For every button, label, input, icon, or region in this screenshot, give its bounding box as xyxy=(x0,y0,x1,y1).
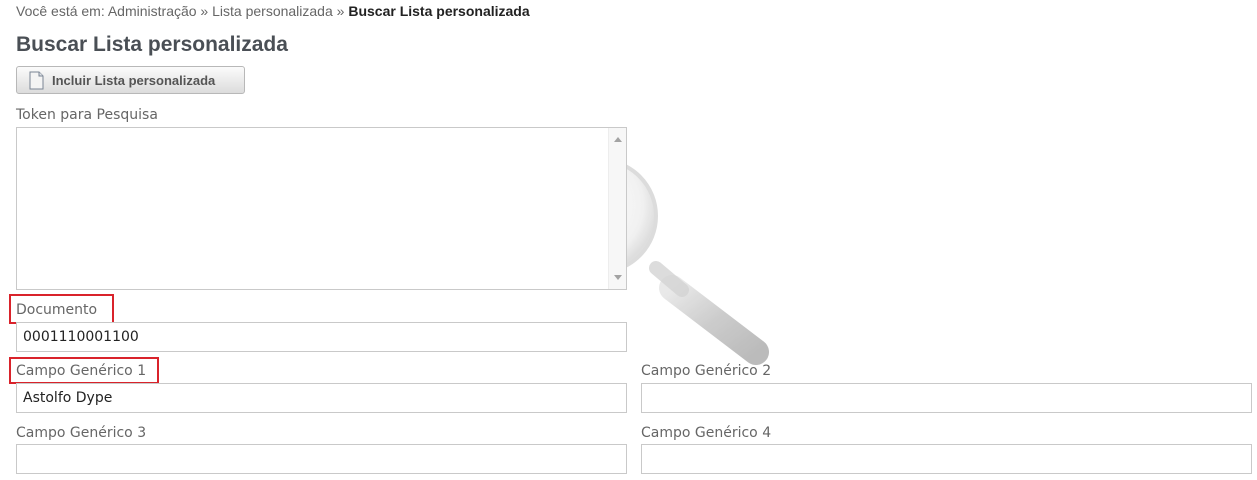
campo3-label: Campo Genérico 3 xyxy=(16,425,147,441)
campo1-input[interactable]: Astolfo Dype xyxy=(16,383,627,413)
token-textarea[interactable] xyxy=(16,127,627,290)
breadcrumb-prefix: Você está em: xyxy=(16,3,108,19)
campo2-input[interactable] xyxy=(641,383,1252,413)
campo4-label: Campo Genérico 4 xyxy=(641,425,772,441)
breadcrumb-separator: » xyxy=(332,3,349,19)
include-list-button[interactable]: Incluir Lista personalizada xyxy=(16,66,245,94)
scroll-up-icon[interactable] xyxy=(614,137,622,142)
breadcrumb: Você está em: Administração » Lista pers… xyxy=(16,3,530,19)
breadcrumb-link-administracao[interactable]: Administração xyxy=(108,3,197,19)
scroll-down-icon[interactable] xyxy=(614,275,622,280)
token-label: Token para Pesquisa xyxy=(16,107,158,123)
breadcrumb-link-lista-personalizada[interactable]: Lista personalizada xyxy=(212,3,333,19)
campo3-input[interactable] xyxy=(16,444,627,474)
token-scrollbar[interactable] xyxy=(608,128,626,289)
documento-input[interactable]: 0001110001100 xyxy=(16,322,627,352)
documento-label: Documento xyxy=(16,302,98,318)
breadcrumb-separator: » xyxy=(196,3,213,19)
campo1-label: Campo Genérico 1 xyxy=(16,363,147,379)
campo2-label: Campo Genérico 2 xyxy=(641,363,772,379)
campo4-input[interactable] xyxy=(641,444,1252,474)
breadcrumb-current: Buscar Lista personalizada xyxy=(348,3,530,19)
document-icon xyxy=(29,71,44,89)
page-title: Buscar Lista personalizada xyxy=(16,33,288,56)
include-list-button-label: Incluir Lista personalizada xyxy=(52,72,216,88)
